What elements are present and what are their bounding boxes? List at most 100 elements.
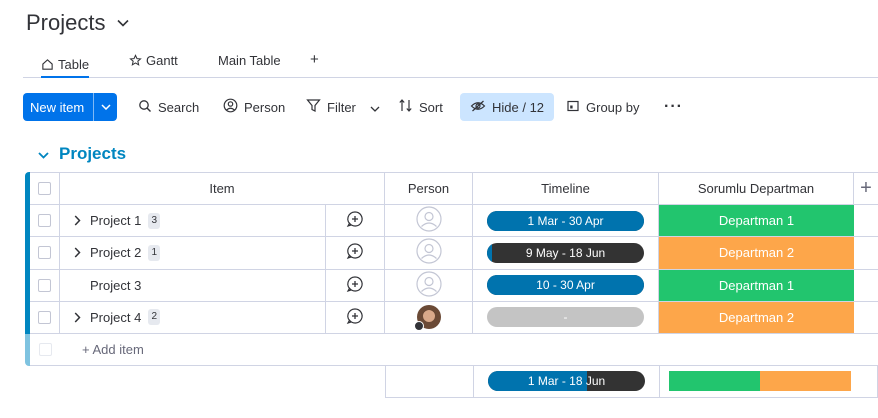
hide-columns-button[interactable]: Hide / 12 xyxy=(460,93,555,121)
group-header[interactable]: Projects xyxy=(38,144,126,164)
search-button[interactable]: Search xyxy=(138,93,199,121)
subitems-count-badge[interactable]: 2 xyxy=(148,309,161,326)
toolbar: New item Search Person Filter Sort Hide … xyxy=(23,93,878,121)
chevron-down-icon[interactable] xyxy=(117,19,130,27)
table-row[interactable]: Project 4 2 - Departman 2 xyxy=(30,301,878,334)
tab-table[interactable]: Table xyxy=(41,53,90,78)
item-cell[interactable]: Project 1 3 xyxy=(60,205,326,237)
updates-cell[interactable] xyxy=(326,237,385,269)
updates-cell[interactable] xyxy=(326,205,385,237)
add-update-icon[interactable] xyxy=(346,242,364,263)
department-cell[interactable]: Departman 2 xyxy=(659,301,854,333)
add-column-button[interactable]: + xyxy=(854,173,878,204)
department-status-label[interactable]: Departman 2 xyxy=(659,301,854,333)
updates-cell[interactable] xyxy=(326,269,385,301)
add-item-label[interactable]: + Add item xyxy=(82,334,282,365)
hide-label: Hide / 12 xyxy=(492,99,545,115)
group-by-button[interactable]: Group by xyxy=(566,93,639,121)
add-item-row[interactable]: + Add item xyxy=(30,334,878,366)
department-distribution-segment[interactable] xyxy=(669,371,760,391)
add-update-icon[interactable] xyxy=(346,210,364,231)
table-row[interactable]: Project 1 3 1 Mar - 30 Apr Departman 1 xyxy=(30,205,878,238)
page-title-text: Projects xyxy=(26,10,106,35)
empty-person-icon[interactable] xyxy=(415,271,442,300)
add-view-label: + xyxy=(310,51,319,68)
chevron-right-icon[interactable] xyxy=(64,312,90,323)
tab-main-table-label: Main Table xyxy=(218,53,281,68)
timeline-label: 10 - 30 Apr xyxy=(536,278,595,293)
new-item-button[interactable]: New item xyxy=(23,93,117,121)
search-label: Search xyxy=(158,99,200,115)
updates-cell[interactable] xyxy=(326,301,385,333)
column-header-timeline[interactable]: Timeline xyxy=(473,173,659,204)
add-view-button[interactable]: + xyxy=(310,51,319,68)
empty-person-icon[interactable] xyxy=(415,206,442,235)
timeline-cell[interactable]: 9 May - 18 Jun xyxy=(473,237,659,269)
chevron-right-icon[interactable] xyxy=(64,215,90,226)
summary-timeline-cell: 1 Mar - 18 Jun xyxy=(474,365,660,397)
timeline-pill[interactable]: 9 May - 18 Jun xyxy=(487,242,644,263)
chevron-right-icon[interactable] xyxy=(64,247,90,258)
chevron-down-icon[interactable] xyxy=(94,104,117,110)
sort-button[interactable]: Sort xyxy=(398,93,443,121)
timeline-pill[interactable]: 10 - 30 Apr xyxy=(487,275,644,296)
item-name[interactable]: Project 3 xyxy=(90,278,141,293)
new-item-label: New item xyxy=(30,99,85,115)
department-status-label[interactable]: Departman 1 xyxy=(659,269,854,301)
department-cell[interactable]: Departman 1 xyxy=(659,205,854,237)
column-header-department[interactable]: Sorumlu Departman xyxy=(659,173,854,204)
department-distribution-bar xyxy=(669,371,851,391)
column-header-person[interactable]: Person xyxy=(385,173,473,204)
person-cell[interactable] xyxy=(385,237,473,269)
department-distribution-segment[interactable] xyxy=(760,371,851,391)
department-status-label[interactable]: Departman 2 xyxy=(659,237,854,269)
subitems-count-badge[interactable]: 3 xyxy=(148,212,161,229)
timeline-pill[interactable]: 1 Mar - 30 Apr xyxy=(487,210,644,231)
timeline-cell[interactable]: 10 - 30 Apr xyxy=(473,269,659,301)
add-update-icon[interactable] xyxy=(346,275,364,296)
item-cell[interactable]: Project 2 1 xyxy=(60,237,326,269)
item-name[interactable]: Project 4 xyxy=(90,310,141,325)
person-cell[interactable] xyxy=(385,205,473,237)
avatar[interactable] xyxy=(413,304,442,332)
chevron-down-icon[interactable] xyxy=(38,144,49,164)
tab-gantt[interactable]: Gantt xyxy=(129,53,178,68)
summary-timeline-pill: 1 Mar - 18 Jun xyxy=(488,371,645,391)
department-status-label[interactable]: Departman 1 xyxy=(659,205,854,237)
summary-row: 1 Mar - 18 Jun xyxy=(385,365,878,398)
item-cell[interactable]: Project 3 xyxy=(60,269,326,301)
timeline-pill[interactable]: - xyxy=(487,307,644,328)
timeline-cell[interactable]: 1 Mar - 30 Apr xyxy=(473,205,659,237)
row-checkbox[interactable] xyxy=(38,310,51,324)
group-title: Projects xyxy=(59,144,127,163)
group-by-icon xyxy=(566,99,580,116)
page-title[interactable]: Projects xyxy=(26,10,130,36)
filter-icon xyxy=(306,98,321,116)
person-label: Person xyxy=(244,99,286,115)
filter-button[interactable]: Filter xyxy=(306,93,380,121)
row-checkbox[interactable] xyxy=(38,278,51,292)
item-name[interactable]: Project 2 xyxy=(90,245,141,260)
add-update-icon[interactable] xyxy=(346,307,364,328)
department-cell[interactable]: Departman 1 xyxy=(659,269,854,301)
timeline-cell[interactable]: - xyxy=(473,301,659,333)
row-checkbox[interactable] xyxy=(38,214,51,228)
table-row[interactable]: Project 3 10 - 30 Apr Departman 1 xyxy=(30,269,878,302)
row-checkbox[interactable] xyxy=(38,246,51,260)
chevron-down-icon[interactable] xyxy=(370,100,380,115)
sort-icon xyxy=(398,98,413,116)
empty-person-icon[interactable] xyxy=(415,238,442,267)
person-cell[interactable] xyxy=(385,269,473,301)
more-options-button[interactable]: ··· xyxy=(664,93,683,121)
item-name[interactable]: Project 1 xyxy=(90,213,141,228)
tab-main-table[interactable]: Main Table xyxy=(218,53,281,68)
subitems-count-badge[interactable]: 1 xyxy=(148,244,161,261)
tab-table-label: Table xyxy=(58,57,90,72)
item-cell[interactable]: Project 4 2 xyxy=(60,301,326,333)
select-all-checkbox[interactable] xyxy=(38,182,51,195)
department-cell[interactable]: Departman 2 xyxy=(659,237,854,269)
column-header-item[interactable]: Item xyxy=(60,173,385,204)
table-row[interactable]: Project 2 1 9 May - 18 Jun Departman 2 xyxy=(30,237,878,270)
person-filter-button[interactable]: Person xyxy=(223,93,285,121)
person-cell[interactable] xyxy=(385,301,473,333)
